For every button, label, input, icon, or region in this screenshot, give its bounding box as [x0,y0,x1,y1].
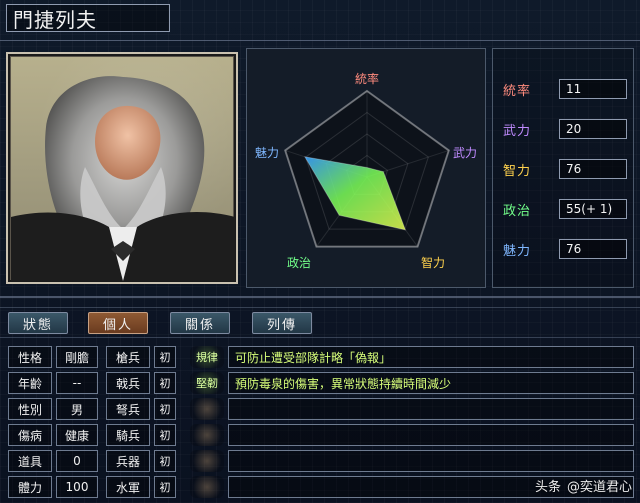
profile-key: 性格 [8,346,52,368]
portrait [10,56,235,281]
profile-value: 100 [56,476,98,498]
radar-label-war: 武力 [453,146,477,160]
skill-desc-row-2: 預防毒泉的傷害，異常狀態持續時間減少 [228,372,634,394]
unit-key: 騎兵 [106,424,150,446]
profile-key: 體力 [8,476,52,498]
stat-row-lead: 統率 11 [503,77,627,101]
profile-value: 男 [56,398,98,420]
stat-label: 魅力 [503,243,532,259]
stat-label: 智力 [503,163,532,179]
tab-bar: 狀態 個人 關係 列傳 [0,312,640,334]
tab-biography[interactable]: 列傳 [252,312,312,334]
watermark: 头条 @奕道君心 [535,476,632,495]
stat-value: 11 [559,79,627,99]
character-name: 門捷列夫 [13,7,97,32]
unit-key: 戟兵 [106,372,150,394]
skill-desc-row-empty [228,450,634,472]
unit-key: 弩兵 [106,398,150,420]
stat-row-pol: 政治 55(+ 1) [503,197,627,221]
tab-relations[interactable]: 關係 [170,312,230,334]
stat-label: 統率 [503,83,532,99]
skill-name: 堅韌 [196,377,218,390]
unit-rank: 初 [154,450,176,472]
radar-label-int: 智力 [421,255,445,270]
stat-label: 武力 [503,123,532,139]
skill-slot-empty-icon [190,450,224,472]
tab-label: 狀態 [22,317,53,333]
watermark-handle: @奕道君心 [566,480,632,495]
stat-value: 20 [559,119,627,139]
unit-rank: 初 [154,346,176,368]
radar-chart: 統率 武力 智力 政治 魅力 [255,71,477,270]
stat-row-cha: 魅力 76 [503,237,627,261]
tab-label: 個人 [102,317,133,333]
unit-rank: 初 [154,424,176,446]
stat-value: 55(+ 1) [559,199,627,219]
profile-key: 年齡 [8,372,52,394]
skill-slot-empty-icon [190,476,224,498]
stat-label: 政治 [503,203,532,219]
mid-divider-3 [0,337,640,338]
unit-key: 兵器 [106,450,150,472]
character-name-box: 門捷列夫 [6,4,170,32]
profile-key: 傷病 [8,424,52,446]
profile-value: -- [56,372,98,394]
skill-desc-row-empty [228,398,634,420]
stat-row-int: 智力 76 [503,157,627,181]
skill-slot-empty-icon [190,398,224,420]
profile-key: 性別 [8,398,52,420]
stats-panel: 統率 11 武力 20 智力 76 政治 55(+ 1) 魅力 76 [492,48,634,288]
skill-badge-2: 堅韌 [190,372,224,394]
unit-rank: 初 [154,476,176,498]
stat-row-war: 武力 20 [503,117,627,141]
radar-label-pol: 政治 [287,256,311,270]
unit-key: 水軍 [106,476,150,498]
skill-description: 可防止遭受部隊計略「偽報」 [235,350,392,365]
profile-value: 健康 [56,424,98,446]
stat-value: 76 [559,239,627,259]
skill-badge-1: 規律 [190,346,224,368]
tab-status[interactable]: 狀態 [8,312,68,334]
unit-key: 槍兵 [106,346,150,368]
profile-value: 剛膽 [56,346,98,368]
mid-divider-2 [0,307,640,308]
stat-value: 76 [559,159,627,179]
tab-label: 關係 [184,317,215,333]
skill-name: 規律 [196,351,218,364]
unit-rank: 初 [154,372,176,394]
skill-slot-empty-icon [190,424,224,446]
top-divider [0,40,640,41]
skill-desc-row-empty [228,424,634,446]
unit-rank: 初 [154,398,176,420]
radar-label-lead: 統率 [355,71,379,86]
skill-description: 預防毒泉的傷害，異常狀態持續時間減少 [235,376,452,391]
watermark-brand: 头条 [534,480,561,495]
mid-divider-1 [0,296,640,298]
tab-personal[interactable]: 個人 [88,312,148,334]
radar-label-cha: 魅力 [255,145,279,160]
profile-key: 道具 [8,450,52,472]
profile-value: 0 [56,450,98,472]
tab-label: 列傳 [266,317,297,333]
radar-panel: 統率 武力 智力 政治 魅力 [246,48,486,288]
skill-desc-row-1: 可防止遭受部隊計略「偽報」 [228,346,634,368]
portrait-illustration [11,76,235,281]
